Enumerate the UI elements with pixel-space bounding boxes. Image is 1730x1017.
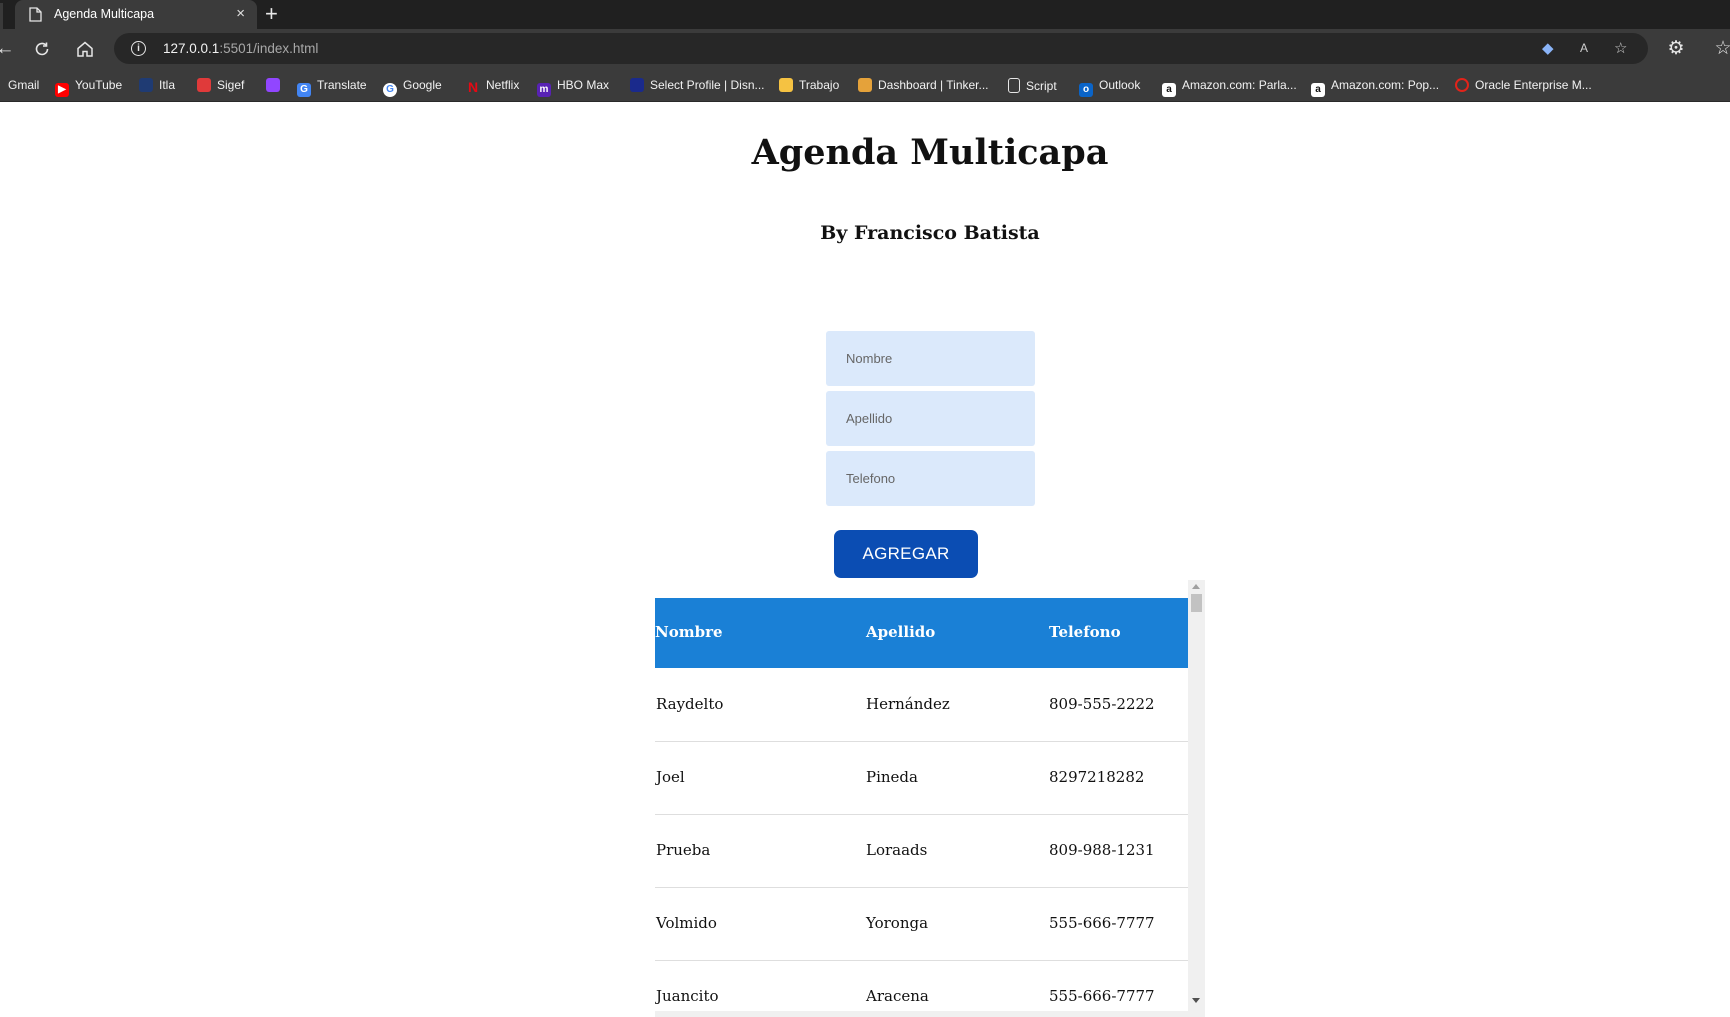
cell-apellido: Yoronga xyxy=(866,914,929,932)
twitch-icon xyxy=(266,78,280,92)
bookmarks-bar: Gmail ▶ YouTube Itla Sigef G Translate G Go… xyxy=(0,69,1730,102)
cell-apellido: Hernández xyxy=(866,695,950,713)
page-icon xyxy=(29,7,42,22)
telefono-input[interactable] xyxy=(826,451,1035,506)
cell-telefono: 809-555-2222 xyxy=(1049,695,1155,713)
folder-icon xyxy=(779,78,793,92)
agregar-button[interactable]: AGREGAR xyxy=(834,530,978,578)
scroll-up-arrow-icon[interactable] xyxy=(1192,584,1200,589)
bookmark-amazon-2[interactable]: a Amazon.com: Pop... xyxy=(1311,78,1439,97)
amazon-icon: a xyxy=(1162,83,1176,97)
bookmark-youtube[interactable]: ▶ YouTube xyxy=(55,78,122,97)
header-telefono: Telefono xyxy=(1049,623,1121,641)
cell-telefono: 809-988-1231 xyxy=(1049,841,1155,859)
netflix-icon: N xyxy=(467,79,479,95)
tab-active[interactable]: Agenda Multicapa × xyxy=(15,0,257,29)
outlook-icon: o xyxy=(1079,83,1093,97)
table-row: Joel Pineda 8297218282 xyxy=(655,741,1188,815)
page-title: Agenda Multicapa xyxy=(751,132,1109,173)
bookmark-sigef[interactable]: Sigef xyxy=(197,78,244,92)
page-icon xyxy=(1008,78,1020,93)
bookmark-script[interactable]: Script xyxy=(1008,78,1057,93)
sigef-icon xyxy=(197,78,211,92)
apellido-input[interactable] xyxy=(826,391,1035,446)
favorites-icon[interactable]: ☆ xyxy=(1710,36,1730,62)
bookmark-disney[interactable]: Select Profile | Disn... xyxy=(630,78,765,92)
cell-telefono: 555-666-7777 xyxy=(1049,914,1155,932)
cell-nombre: Raydelto xyxy=(656,695,724,713)
vertical-scrollbar[interactable] xyxy=(1188,580,1205,1017)
scrollbar-thumb[interactable] xyxy=(1191,594,1202,612)
url-text[interactable]: 127.0.0.1:5501/index.html xyxy=(163,41,318,56)
refresh-icon[interactable] xyxy=(29,36,55,62)
new-tab-button[interactable]: + xyxy=(265,1,278,27)
table-row: Prueba Loraads 809-988-1231 xyxy=(655,814,1188,888)
table-header: Nombre Apellido Telefono xyxy=(655,598,1188,668)
disney-icon xyxy=(630,78,644,92)
scroll-down-arrow-icon[interactable] xyxy=(1192,998,1200,1003)
page-subtitle: By Francisco Batista xyxy=(820,222,1040,244)
google-icon: G xyxy=(383,83,397,97)
bookmark-oracle[interactable]: Oracle Enterprise M... xyxy=(1455,78,1592,92)
hbomax-icon: m xyxy=(537,83,551,97)
bookmark-twitch[interactable] xyxy=(266,78,286,92)
cell-nombre: Volmido xyxy=(656,914,717,932)
cell-nombre: Prueba xyxy=(656,841,711,859)
bookmark-google[interactable]: G Google xyxy=(383,78,442,97)
favorite-add-icon[interactable]: ☆ xyxy=(1614,39,1627,57)
cell-nombre: Juancito xyxy=(656,987,719,1005)
table-row: Volmido Yoronga 555-666-7777 xyxy=(655,887,1188,961)
oracle-icon xyxy=(1455,78,1469,92)
header-nombre: Nombre xyxy=(655,623,723,641)
tab-strip: Agenda Multicapa × + xyxy=(0,0,1730,29)
tinkercad-icon xyxy=(858,78,872,92)
bookmark-trabajo[interactable]: Trabajo xyxy=(779,78,839,92)
back-icon[interactable]: ← xyxy=(0,36,18,62)
cell-apellido: Loraads xyxy=(866,841,928,859)
translate-icon: G xyxy=(297,83,311,97)
cell-apellido: Pineda xyxy=(866,768,918,786)
bookmark-translate[interactable]: G Translate xyxy=(297,78,367,97)
header-apellido: Apellido xyxy=(866,623,936,641)
horizontal-scrollbar[interactable] xyxy=(655,1011,1188,1017)
table-row: Raydelto Hernández 809-555-2222 xyxy=(655,668,1188,742)
bookmark-amazon-1[interactable]: a Amazon.com: Parla... xyxy=(1162,78,1297,97)
bookmark-itla[interactable]: Itla xyxy=(139,78,175,92)
cell-telefono: 8297218282 xyxy=(1049,768,1145,786)
table-row: Juancito Aracena 555-666-7777 xyxy=(655,960,1188,1017)
tag-icon[interactable]: ◆ xyxy=(1542,39,1554,57)
extensions-icon[interactable]: ⚙ xyxy=(1663,36,1689,62)
close-tab-icon[interactable]: × xyxy=(236,5,245,22)
contacts-table: Nombre Apellido Telefono Raydelto Hernán… xyxy=(655,580,1205,1017)
bookmark-netflix[interactable]: N Netflix xyxy=(466,78,519,94)
bookmark-hbomax[interactable]: m HBO Max xyxy=(537,78,609,97)
home-icon[interactable] xyxy=(72,36,98,62)
address-bar[interactable]: i 127.0.0.1:5501/index.html ◆ A ☆ xyxy=(114,33,1648,64)
tab-title: Agenda Multicapa xyxy=(54,7,155,21)
bookmark-gmail[interactable]: Gmail xyxy=(8,78,39,92)
cell-telefono: 555-666-7777 xyxy=(1049,987,1155,1005)
youtube-icon: ▶ xyxy=(55,83,69,97)
cell-nombre: Joel xyxy=(656,768,685,786)
read-aloud-icon[interactable]: A xyxy=(1580,41,1588,55)
cell-apellido: Aracena xyxy=(866,987,929,1005)
bookmark-outlook[interactable]: o Outlook xyxy=(1079,78,1140,97)
browser-toolbar: ← i 127.0.0.1:5501/index.html ◆ A ☆ ⚙ ☆ xyxy=(0,29,1730,69)
bookmark-tinkercad[interactable]: Dashboard | Tinker... xyxy=(858,78,989,92)
nombre-input[interactable] xyxy=(826,331,1035,386)
site-info-icon[interactable]: i xyxy=(131,41,146,56)
previous-tab-edge[interactable] xyxy=(0,3,3,29)
itla-icon xyxy=(139,78,153,92)
amazon-icon: a xyxy=(1311,83,1325,97)
